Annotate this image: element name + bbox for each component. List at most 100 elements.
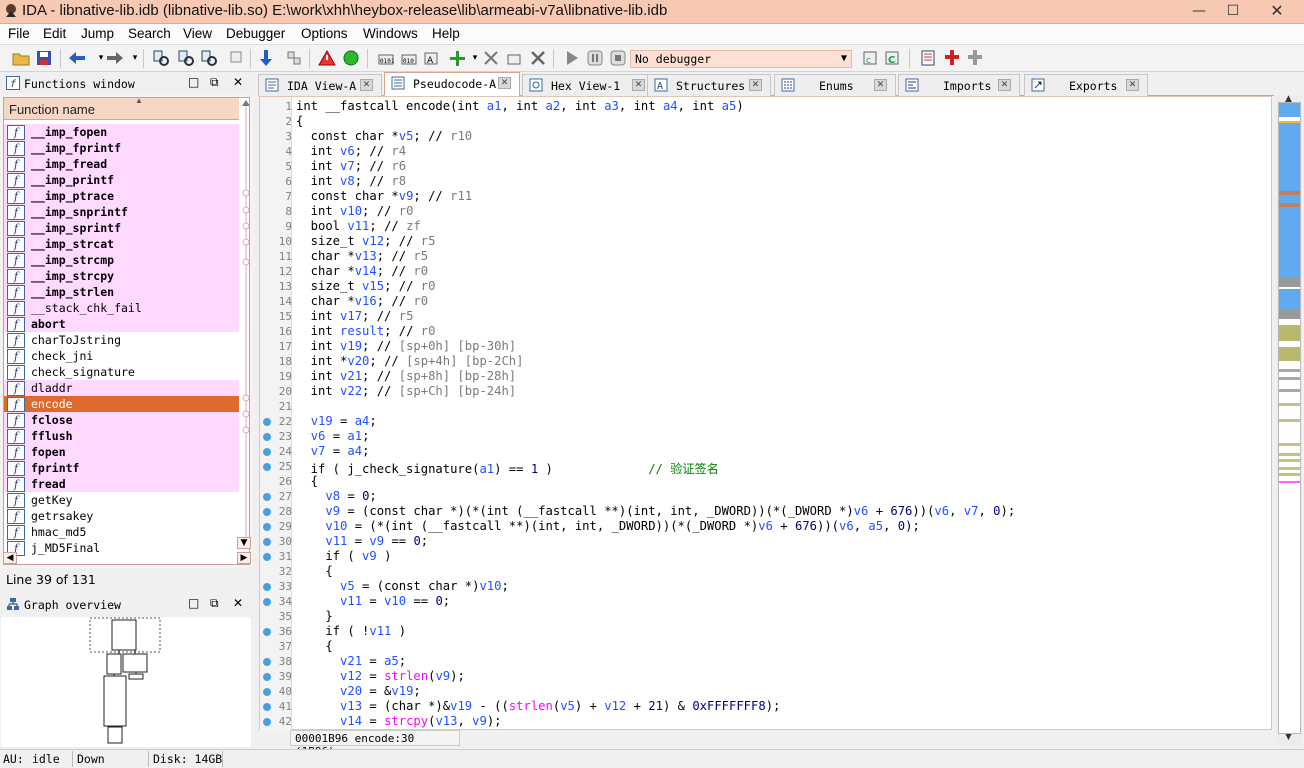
close-icon[interactable]: ✕ — [749, 79, 762, 91]
code-line[interactable]: bool v11; // zf — [260, 219, 1270, 234]
maximize-icon[interactable]: ☐ — [1218, 1, 1248, 21]
struct-var-icon[interactable] — [506, 49, 524, 67]
menu-options[interactable]: Options — [299, 26, 350, 41]
code-line[interactable]: int *v20; // [sp+4h] [bp-2Ch] — [260, 354, 1270, 369]
tab-exports[interactable]: Exports ✕ — [1024, 74, 1148, 96]
graph-overview-canvas[interactable] — [1, 617, 251, 747]
forward-icon[interactable] — [106, 49, 124, 67]
run-icon[interactable] — [342, 49, 360, 67]
code-line[interactable]: int v10; // r0 — [260, 204, 1270, 219]
breakpoint-warning-icon[interactable] — [318, 49, 336, 67]
code-line[interactable]: size_t v12; // r5 — [260, 234, 1270, 249]
code-line[interactable]: { — [260, 474, 1270, 489]
code-line[interactable]: v12 = strlen(v9); — [260, 669, 1270, 684]
menu-windows[interactable]: Windows — [361, 26, 420, 41]
code-line[interactable]: v19 = a4; — [260, 414, 1270, 429]
code-line[interactable]: int v8; // r8 — [260, 174, 1270, 189]
code-line[interactable]: int v19; // [sp+0h] [bp-30h] — [260, 339, 1270, 354]
code-line[interactable]: v5 = (const char *)v10; — [260, 579, 1270, 594]
function-row[interactable]: f __imp_sprintf — [4, 220, 239, 236]
refresh-icon[interactable]: C — [884, 49, 902, 67]
function-row[interactable]: f j_MD5Final — [4, 540, 239, 556]
search-next-icon[interactable] — [200, 49, 218, 67]
close-icon[interactable]: ✕ — [632, 79, 645, 91]
code-line[interactable]: const char *v5; // r10 — [260, 129, 1270, 144]
function-row[interactable]: f dladdr — [4, 380, 239, 396]
make-data-icon[interactable]: 010 — [400, 49, 418, 67]
list-icon[interactable] — [920, 49, 938, 67]
code-line[interactable] — [260, 399, 1270, 414]
menu-edit[interactable]: Edit — [41, 26, 68, 41]
dropdown-icon[interactable]: ▾ — [126, 49, 144, 67]
function-row[interactable]: f __imp_printf — [4, 172, 239, 188]
text-search-icon[interactable] — [177, 49, 195, 67]
minimize-icon[interactable]: — — [1184, 1, 1214, 21]
function-row[interactable]: f fprintf — [4, 460, 239, 476]
function-row-selected[interactable]: f encode — [4, 396, 239, 412]
code-line[interactable]: v20 = &v19; — [260, 684, 1270, 699]
code-line[interactable]: v11 = v9 == 0; — [260, 534, 1270, 549]
immediate-search-icon[interactable] — [228, 49, 246, 67]
function-row[interactable]: f getrsakey — [4, 508, 239, 524]
function-row[interactable]: f __imp_strlen — [4, 284, 239, 300]
plugin-remove-icon[interactable] — [966, 49, 984, 67]
function-row[interactable]: f __imp_fread — [4, 156, 239, 172]
tab-structures[interactable]: A Structures ✕ — [647, 74, 771, 96]
function-row[interactable]: f __imp_ptrace — [4, 188, 239, 204]
jump-down-icon[interactable] — [257, 49, 275, 67]
restore-icon[interactable]: □ — [188, 596, 199, 610]
function-row[interactable]: f __imp_strcmp — [4, 252, 239, 268]
close-icon[interactable]: ✕ — [1262, 1, 1292, 21]
add-function-icon[interactable] — [448, 49, 466, 67]
function-row[interactable]: f fread — [4, 476, 239, 492]
undefine-icon[interactable] — [482, 49, 500, 67]
graph-icon[interactable] — [285, 49, 303, 67]
scroll-left-icon[interactable]: ◀ — [3, 552, 17, 564]
code-line[interactable]: { — [260, 564, 1270, 579]
code-line[interactable]: int __fastcall encode(int a1, int a2, in… — [260, 99, 1270, 114]
tab-enums[interactable]: Enums ✕ — [774, 74, 896, 96]
code-line[interactable]: v13 = (char *)&v19 - ((strlen(v5) + v12 … — [260, 699, 1270, 714]
close-icon[interactable]: ✕ — [874, 79, 887, 91]
code-line[interactable]: v7 = a4; — [260, 444, 1270, 459]
restore-icon[interactable]: □ — [188, 75, 199, 89]
tab-pseudocode-a[interactable]: Pseudocode-A ✕ — [384, 72, 520, 97]
scroll-right-icon[interactable]: ▶ — [237, 552, 251, 564]
code-line[interactable]: v14 = strcpy(v13, v9); — [260, 714, 1270, 729]
code-line[interactable]: if ( !v11 ) — [260, 624, 1270, 639]
code-line[interactable]: char *v13; // r5 — [260, 249, 1270, 264]
code-line[interactable]: if ( v9 ) — [260, 549, 1270, 564]
menu-help[interactable]: Help — [430, 26, 462, 41]
function-row[interactable]: f fclose — [4, 412, 239, 428]
code-line[interactable]: int result; // r0 — [260, 324, 1270, 339]
close-icon[interactable]: ✕ — [498, 77, 511, 89]
tab-ida-view-a[interactable]: IDA View-A ✕ — [258, 74, 382, 96]
code-line[interactable]: v10 = (*(int (__fastcall **)(int, int, _… — [260, 519, 1270, 534]
delete-icon[interactable] — [529, 49, 547, 67]
toggle-breakpoint-icon[interactable]: c — [862, 49, 880, 67]
code-line[interactable]: char *v14; // r0 — [260, 264, 1270, 279]
float-icon[interactable]: ⧉ — [210, 596, 219, 611]
function-row[interactable]: f abort — [4, 316, 239, 332]
tab-hex-view-1[interactable]: Hex View-1 ✕ — [522, 74, 654, 96]
menu-debugger[interactable]: Debugger — [224, 26, 287, 41]
code-line[interactable]: int v6; // r4 — [260, 144, 1270, 159]
chevron-down-icon[interactable]: ▼ — [841, 53, 847, 64]
function-row[interactable]: f fflush — [4, 428, 239, 444]
make-code-icon[interactable]: 0101 — [377, 49, 395, 67]
function-row[interactable]: f __imp_strcpy — [4, 268, 239, 284]
close-icon[interactable]: ✕ — [233, 596, 243, 610]
code-line[interactable]: { — [260, 639, 1270, 654]
save-icon[interactable] — [35, 49, 53, 67]
menu-search[interactable]: Search — [126, 26, 173, 41]
code-line[interactable]: v6 = a1; — [260, 429, 1270, 444]
close-icon[interactable]: ✕ — [1126, 79, 1139, 91]
close-icon[interactable]: ✕ — [998, 79, 1011, 91]
scroll-down-icon[interactable]: ▼ — [237, 537, 251, 549]
code-line[interactable]: int v21; // [sp+8h] [bp-28h] — [260, 369, 1270, 384]
function-row[interactable]: f charToJstring — [4, 332, 239, 348]
start-process-icon[interactable] — [563, 49, 581, 67]
code-line[interactable]: size_t v15; // r0 — [260, 279, 1270, 294]
code-line[interactable]: int v7; // r6 — [260, 159, 1270, 174]
menu-jump[interactable]: Jump — [79, 26, 116, 41]
